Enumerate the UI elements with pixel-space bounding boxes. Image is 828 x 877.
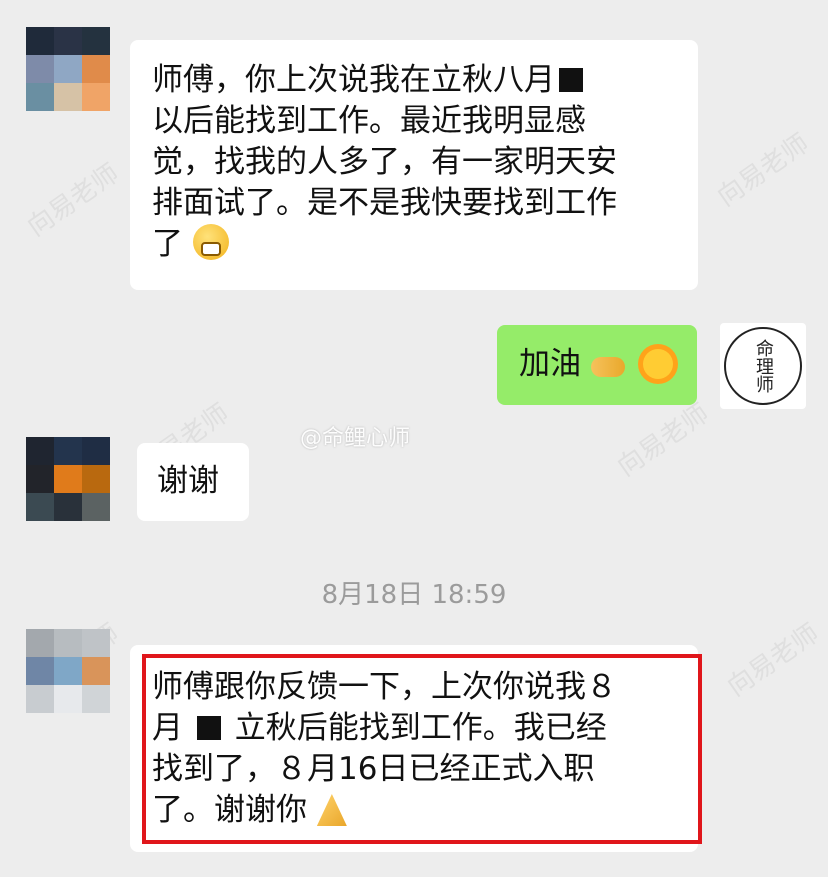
- outgoing-message[interactable]: 加油: [497, 325, 697, 405]
- seal-logo-icon: 命理师: [724, 327, 802, 405]
- weibo-watermark: @命鲤心师: [300, 426, 411, 451]
- side-watermark: 向易老师: [712, 128, 815, 213]
- avatar[interactable]: [26, 629, 110, 713]
- avatar[interactable]: [26, 437, 110, 521]
- redaction-block: [559, 68, 583, 92]
- seal-text: 命理师: [753, 339, 774, 393]
- side-watermark: 向易老师: [22, 158, 125, 243]
- side-watermark: 向易老师: [612, 398, 715, 483]
- message-text: 谢谢: [157, 463, 219, 499]
- sun-emoji-icon: [642, 349, 673, 379]
- avatar[interactable]: [26, 27, 110, 111]
- incoming-message[interactable]: 谢谢: [137, 443, 249, 521]
- side-watermark: 向易老师: [722, 618, 825, 703]
- message-text-line: 排面试了。是不是我快要找到工作: [152, 185, 617, 221]
- incoming-message[interactable]: 师傅，你上次说我在立秋八月 以后能找到工作。最近我明显感 觉，找我的人多了，有一…: [130, 40, 698, 290]
- message-text-line: 以后能找到工作。最近我明显感: [152, 103, 586, 139]
- handshake-emoji-icon: [590, 357, 625, 377]
- message-text-line: 觉，找我的人多了，有一家明天安: [152, 144, 617, 180]
- message-text: 加油: [519, 346, 581, 382]
- timestamp: 8月18日 18:59: [321, 580, 507, 610]
- grinning-emoji-icon: [192, 224, 229, 260]
- highlight-box: [142, 654, 702, 844]
- self-avatar[interactable]: 命理师: [720, 323, 806, 409]
- message-text-line: 师傅，你上次说我在立秋八月: [152, 62, 555, 98]
- message-text-line: 了: [152, 226, 183, 262]
